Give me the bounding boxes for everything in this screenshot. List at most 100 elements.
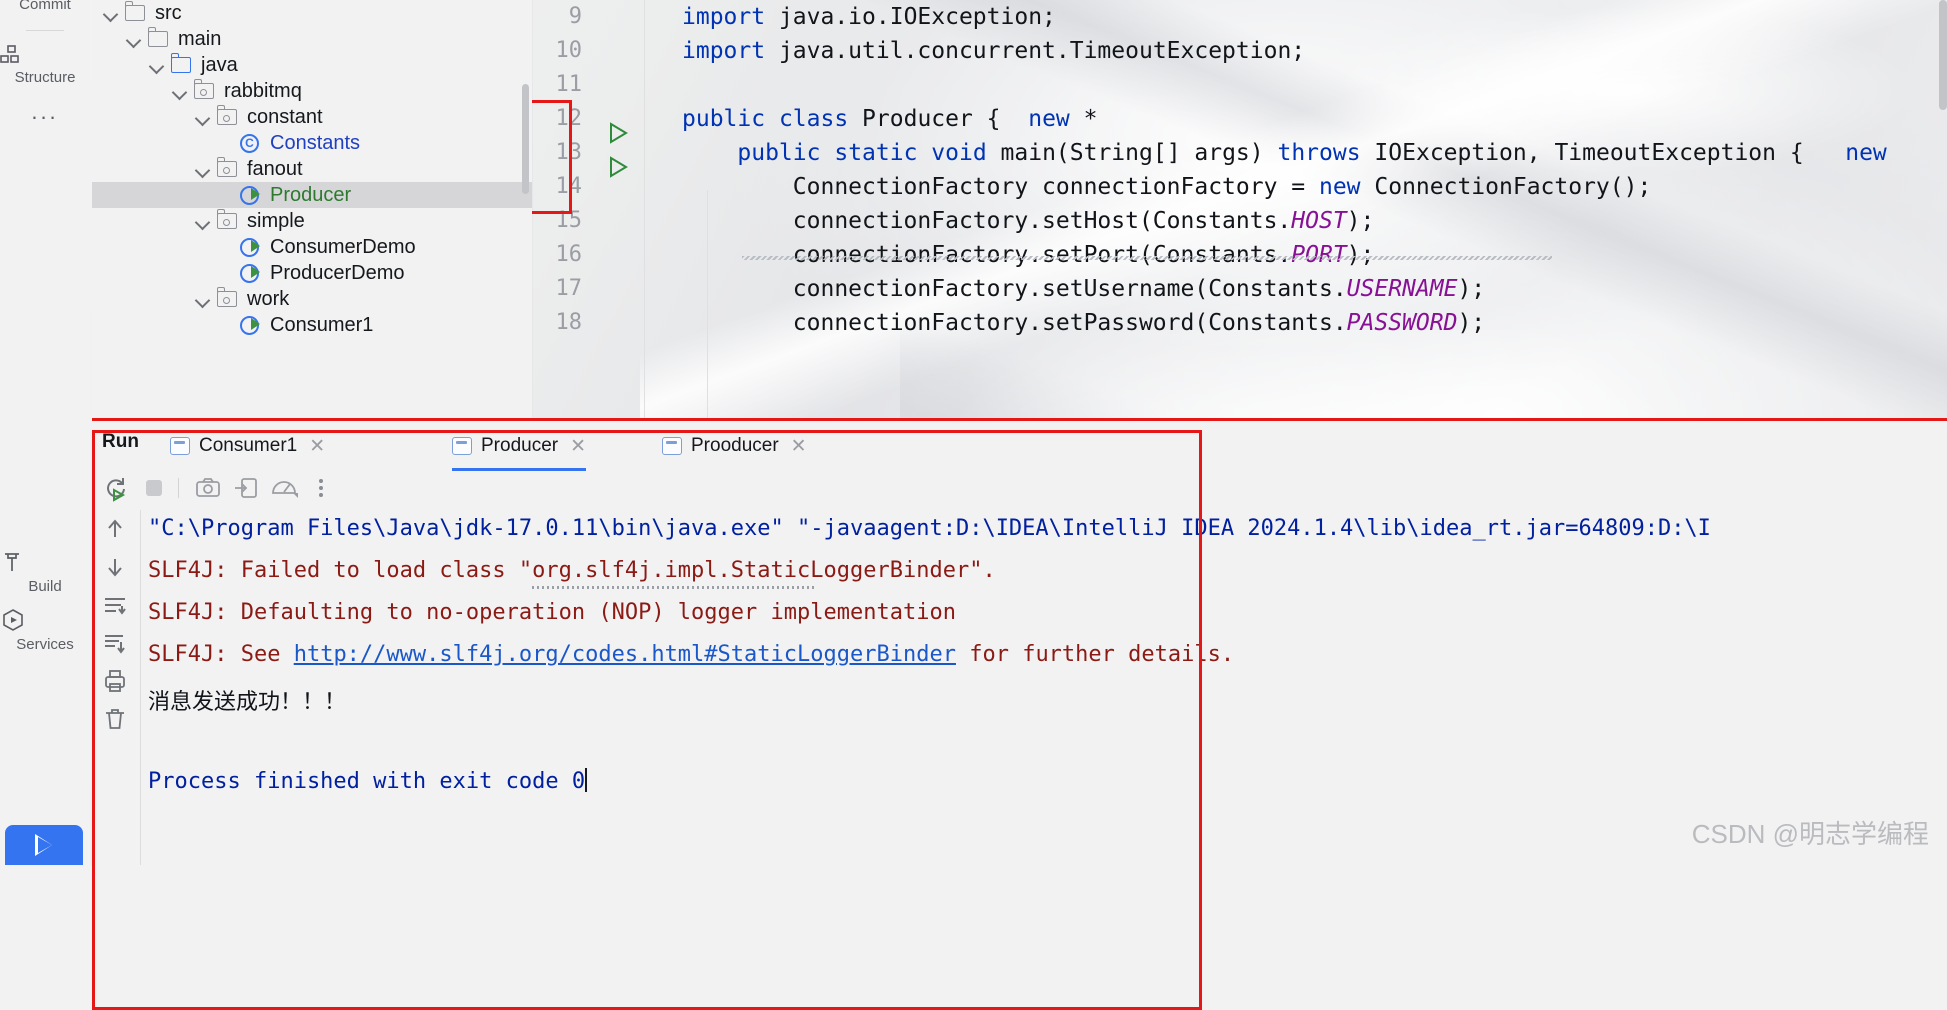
scroll-down-icon[interactable] bbox=[102, 554, 128, 580]
package-icon bbox=[216, 288, 240, 310]
console-line-exit: Process finished with exit code 0 bbox=[148, 768, 587, 794]
chevron-down-icon[interactable] bbox=[194, 160, 212, 178]
editor-code-line: connectionFactory.setHost(Constants.HOST… bbox=[682, 208, 1374, 234]
tree-item-constants[interactable]: C Constants bbox=[92, 130, 532, 156]
tree-item-label: work bbox=[247, 288, 289, 311]
spellcheck-underline bbox=[532, 586, 814, 589]
editor-line-number: 10 bbox=[532, 38, 582, 63]
hammer-icon bbox=[0, 550, 90, 574]
console-tab-icon bbox=[662, 437, 682, 455]
tree-item-rabbitmq[interactable]: rabbitmq bbox=[92, 78, 532, 104]
editor-code-line: import java.io.IOException; bbox=[682, 4, 1056, 30]
more-options-icon[interactable] bbox=[314, 474, 342, 502]
close-icon[interactable]: ✕ bbox=[791, 435, 807, 458]
runnable-class-icon bbox=[239, 314, 263, 336]
tree-item-label: src bbox=[155, 2, 182, 25]
editor-scrollbar[interactable] bbox=[1939, 0, 1947, 110]
tree-item-fanout[interactable]: fanout bbox=[92, 156, 532, 182]
project-tree-scrollbar[interactable] bbox=[522, 84, 529, 194]
console-tab-icon bbox=[170, 437, 190, 455]
stop-icon[interactable] bbox=[140, 474, 168, 502]
console-caret bbox=[585, 768, 587, 792]
chevron-down-icon[interactable] bbox=[194, 290, 212, 308]
tree-item-simple[interactable]: simple bbox=[92, 208, 532, 234]
slf4j-codes-link[interactable]: http://www.slf4j.org/codes.html#StaticLo… bbox=[294, 642, 956, 667]
run-button[interactable] bbox=[5, 825, 83, 865]
tree-item-src[interactable]: src bbox=[92, 0, 532, 26]
source-folder-icon bbox=[170, 54, 194, 76]
rerun-icon[interactable] bbox=[102, 474, 130, 502]
sidebar-item-commit[interactable]: Commit bbox=[0, 0, 90, 14]
tree-item-consumerdemo[interactable]: ConsumerDemo bbox=[92, 234, 532, 260]
tree-item-consumer1[interactable]: Consumer1 bbox=[92, 312, 532, 338]
print-icon[interactable] bbox=[102, 668, 128, 694]
close-icon[interactable]: ✕ bbox=[570, 435, 586, 458]
runnable-class-icon bbox=[239, 236, 263, 258]
chevron-down-icon[interactable] bbox=[125, 30, 143, 48]
run-tool-window: Run Consumer1✕Producer✕Prooducer✕ bbox=[92, 418, 1947, 865]
editor-code-line: public class Producer { new * bbox=[682, 106, 1097, 132]
editor-code-line: public static void main(String[] args) t… bbox=[682, 140, 1887, 166]
package-icon bbox=[216, 158, 240, 180]
sidebar-item-structure[interactable]: Structure bbox=[0, 45, 90, 87]
tool-sidebar: Commit Structure ... Build bbox=[0, 0, 90, 865]
chevron-down-icon[interactable] bbox=[194, 108, 212, 126]
scroll-to-end-icon[interactable] bbox=[102, 630, 128, 656]
scroll-up-icon[interactable] bbox=[102, 516, 128, 542]
more-icon: ... bbox=[31, 99, 58, 124]
chevron-down-icon[interactable] bbox=[102, 4, 120, 22]
sidebar-item-label: Structure bbox=[15, 69, 76, 86]
tree-item-label: rabbitmq bbox=[224, 80, 302, 103]
tree-item-label: Consumer1 bbox=[270, 314, 373, 337]
editor-line-number: 11 bbox=[532, 72, 582, 97]
console-line-prefix: SLF4J: See bbox=[148, 642, 294, 667]
run-tab-consumer1[interactable]: Consumer1✕ bbox=[170, 427, 325, 465]
console-line-success: 消息发送成功！！！ bbox=[148, 684, 346, 716]
camera-icon[interactable] bbox=[194, 474, 222, 502]
tree-item-work[interactable]: work bbox=[92, 286, 532, 312]
chevron-down-icon[interactable] bbox=[148, 56, 166, 74]
close-icon[interactable]: ✕ bbox=[309, 435, 325, 458]
sidebar-item-label: Commit bbox=[19, 0, 71, 13]
sidebar-item-label: Build bbox=[28, 578, 61, 595]
class-icon: C bbox=[239, 132, 263, 154]
console-side-toolbar bbox=[92, 510, 140, 865]
soft-wrap-icon[interactable] bbox=[102, 592, 128, 618]
console-tab-icon bbox=[452, 437, 472, 455]
tree-item-constant[interactable]: constant bbox=[92, 104, 532, 130]
clear-all-icon[interactable] bbox=[102, 706, 128, 732]
editor-line-number: 9 bbox=[532, 4, 582, 29]
project-tree[interactable]: srcmainjavarabbitmqconstantC Constantsfan… bbox=[92, 0, 532, 420]
console-line-command: "C:\Program Files\Java\jdk-17.0.11\bin\j… bbox=[148, 516, 1711, 541]
run-tab-prooducer[interactable]: Prooducer ✕ bbox=[662, 427, 807, 465]
chevron-down-icon[interactable] bbox=[194, 212, 212, 230]
run-tab-producer[interactable]: Producer ✕ bbox=[452, 427, 586, 465]
chevron-down-icon[interactable] bbox=[171, 82, 189, 100]
tree-item-label: simple bbox=[247, 210, 305, 233]
folder-icon bbox=[147, 28, 171, 50]
gutter-run-icon[interactable] bbox=[592, 146, 607, 166]
gutter-run-icon[interactable] bbox=[592, 112, 607, 132]
folder-icon bbox=[124, 2, 148, 24]
package-icon bbox=[216, 210, 240, 232]
gutter-divider bbox=[644, 0, 645, 420]
sidebar-item-build[interactable]: Build bbox=[0, 550, 90, 596]
run-tab-label: Prooducer bbox=[691, 435, 779, 457]
sidebar-item-more[interactable]: ... bbox=[0, 100, 90, 124]
run-tab-label: Producer bbox=[481, 435, 558, 457]
tree-item-producerdemo[interactable]: ProducerDemo bbox=[92, 260, 532, 286]
sidebar-item-label: Services bbox=[16, 636, 74, 653]
console-output[interactable]: "C:\Program Files\Java\jdk-17.0.11\bin\j… bbox=[140, 510, 1947, 865]
sidebar-item-services[interactable]: Services bbox=[0, 608, 90, 654]
console-line-suffix: for further details. bbox=[956, 642, 1234, 667]
tree-spacer bbox=[217, 186, 235, 204]
code-editor[interactable]: 9import java.io.IOException;10import jav… bbox=[532, 0, 1947, 420]
editor-line-number: 17 bbox=[532, 276, 582, 301]
profiler-icon[interactable] bbox=[270, 474, 298, 502]
tree-item-main[interactable]: main bbox=[92, 26, 532, 52]
thread-dump-icon[interactable] bbox=[232, 474, 260, 502]
tree-item-label: Constants bbox=[270, 132, 360, 155]
tree-item-producer[interactable]: Producer bbox=[92, 182, 532, 208]
tree-item-java[interactable]: java bbox=[92, 52, 532, 78]
console-exit-text: Process finished with exit code 0 bbox=[148, 769, 585, 794]
